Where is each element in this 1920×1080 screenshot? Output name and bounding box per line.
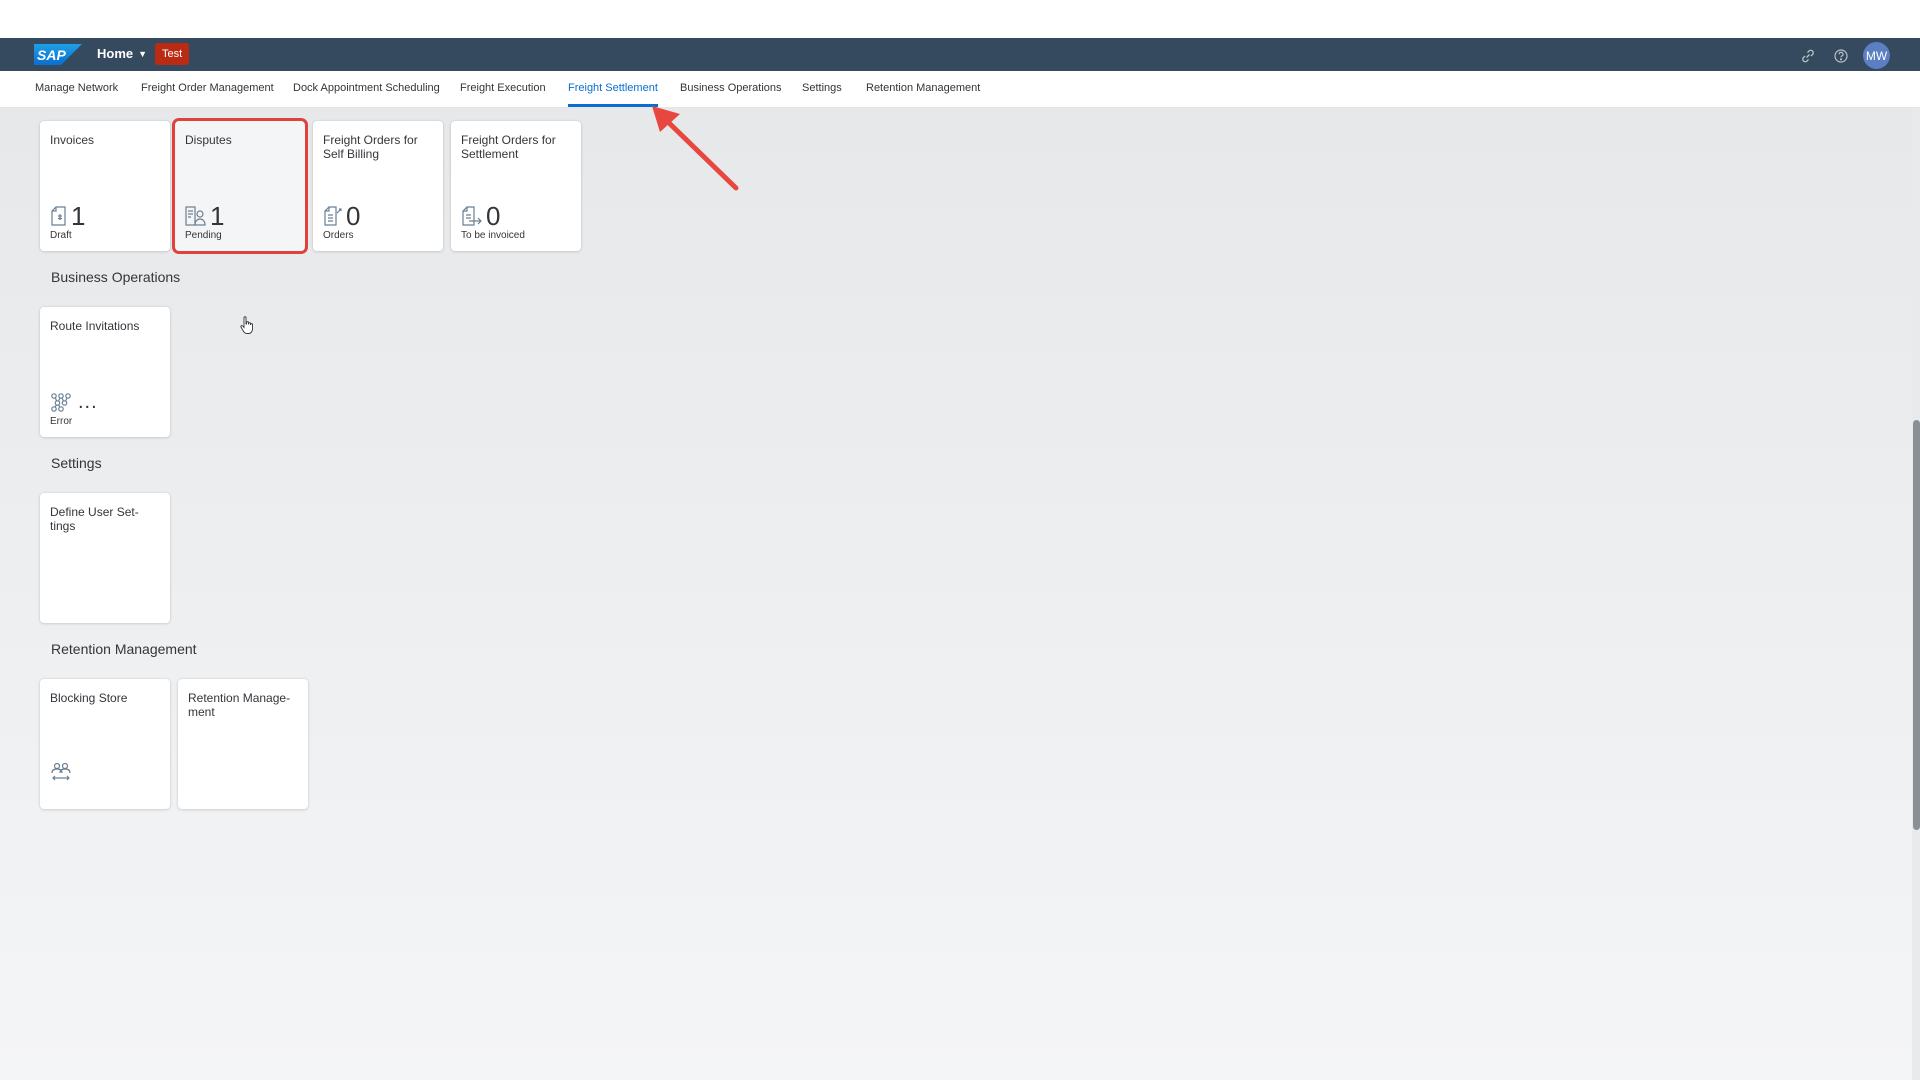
tile-footer: Error — [50, 416, 73, 427]
tile-title: Freight Orders for Settlement — [461, 133, 556, 161]
tile-title: Blocking Store — [50, 691, 128, 705]
top-margin — [0, 0, 1920, 38]
annotation-arrow-icon — [652, 106, 739, 191]
shell-bar: SAP Home ▼ Test MW — [0, 38, 1920, 71]
self-billing-icon — [324, 206, 342, 226]
nav-tab-freight-settlement[interactable]: Freight Settlement — [568, 71, 658, 107]
tile-number: 0 — [486, 201, 501, 231]
tile-blocking-store[interactable]: Blocking Store — [40, 679, 170, 809]
tile-footer: Draft — [50, 230, 72, 241]
chevron-down-icon: ▼ — [138, 48, 148, 59]
home-menu-button[interactable]: Home ▼ — [97, 46, 147, 61]
tile-number: 1 — [210, 201, 225, 231]
tile-footer: Pending — [185, 230, 222, 241]
user-transfer-icon — [51, 762, 71, 781]
tile-footer: To be invoiced — [461, 230, 525, 241]
settlement-icon — [462, 206, 482, 226]
tile-title: Freight Orders for Self Billing — [323, 133, 418, 161]
nav-tab-settings[interactable]: Settings — [802, 71, 842, 107]
sap-logo[interactable]: SAP — [34, 44, 82, 65]
tile-footer: Orders — [323, 230, 354, 241]
nav-tab-dock-appointment-scheduling[interactable]: Dock Appointment Scheduling — [293, 71, 440, 107]
help-icon[interactable] — [1827, 43, 1855, 68]
invoice-icon — [51, 206, 66, 226]
tile-title: Define User Set-tings — [50, 505, 139, 533]
tile-kpi: ... — [50, 389, 98, 415]
nav-tab-freight-order-management[interactable]: Freight Order Management — [141, 71, 274, 107]
tile-freight-orders-self-billing[interactable]: Freight Orders for Self Billing 0 Orders — [313, 121, 443, 251]
tile-disputes[interactable]: Disputes 1 Pending — [172, 118, 308, 254]
tile-title: Route Invitations — [50, 319, 140, 333]
tile-number: 1 — [71, 201, 86, 231]
nav-tab-retention-management[interactable]: Retention Management — [866, 71, 980, 107]
environment-badge: Test — [155, 43, 190, 65]
nav-tab-freight-execution[interactable]: Freight Execution — [460, 71, 546, 107]
tile-invoices[interactable]: Invoices 1 Draft — [40, 121, 170, 251]
tile-define-user-settings[interactable]: Define User Set-tings — [40, 493, 170, 623]
route-network-icon — [51, 393, 71, 412]
tile-kpi: 0 — [323, 203, 360, 229]
scrollbar-thumb[interactable] — [1913, 420, 1920, 830]
tile-kpi: 0 — [461, 203, 500, 229]
tile-kpi: 1 — [50, 203, 85, 229]
tile-route-invitations[interactable]: Route Invitations ... Error — [40, 307, 170, 437]
dispute-icon — [185, 206, 206, 226]
tile-number: 0 — [346, 201, 361, 231]
hand-cursor-icon — [240, 316, 253, 334]
page-scrollbar[interactable] — [1912, 108, 1920, 1080]
sap-logo-text: SAP — [37, 47, 66, 63]
nav-tab-manage-network[interactable]: Manage Network — [35, 71, 118, 107]
tile-title: Disputes — [185, 133, 232, 147]
user-avatar[interactable]: MW — [1863, 42, 1890, 69]
space-navigation-bar: Manage Network Freight Order Management … — [0, 71, 1920, 108]
section-title-retention-management: Retention Management — [51, 641, 197, 657]
home-label: Home — [97, 46, 134, 61]
tile-number: ... — [78, 391, 98, 413]
launchpad-content: Invoices 1 Draft Disputes 1 Pending Frei… — [0, 108, 1920, 1080]
section-title-business-operations: Business Operations — [51, 269, 181, 285]
link-icon[interactable] — [1794, 43, 1822, 68]
section-title-settings: Settings — [51, 455, 102, 471]
tile-retention-management[interactable]: Retention Manage-ment — [178, 679, 308, 809]
tile-kpi: 1 — [185, 203, 224, 229]
shell-actions: MW — [1789, 42, 1890, 69]
tile-title: Retention Manage-ment — [188, 691, 291, 719]
tile-freight-orders-settlement[interactable]: Freight Orders for Settlement 0 To be in… — [451, 121, 581, 251]
tile-title: Invoices — [50, 133, 95, 147]
tile-kpi — [50, 761, 72, 783]
